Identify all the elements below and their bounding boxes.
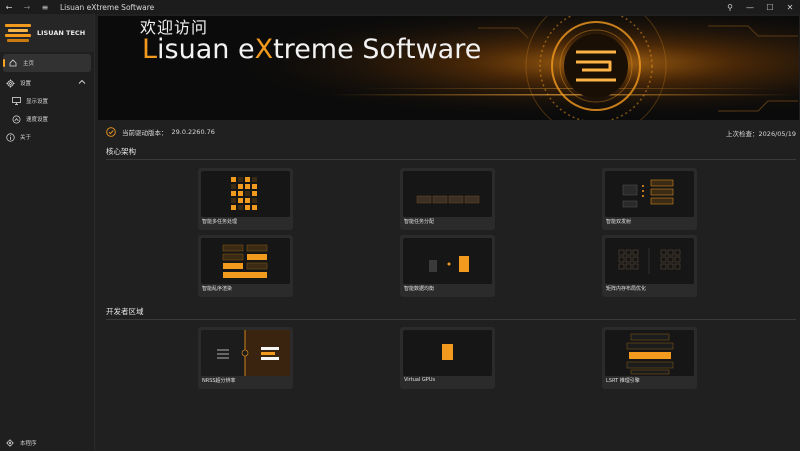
forward-arrow-icon[interactable]: →: [18, 0, 36, 14]
card-caption: 智能任务分配: [404, 219, 435, 225]
gear-icon: [5, 78, 15, 88]
sidebar-item-label: 关于: [20, 135, 32, 141]
hero-title-part1: isuan e: [157, 34, 255, 65]
brand-logo-icon: [5, 24, 31, 42]
driver-status: 当前驱动版本： 29.0.2260.76 上次检查：2026/05/19: [106, 125, 796, 139]
hamburger-icon[interactable]: ≡: [36, 0, 54, 14]
hero-title-prefix: L: [142, 34, 158, 65]
sidebar-item-app-settings[interactable]: 本程序: [0, 435, 95, 451]
card-caption: 矩阵内存布局优化: [606, 286, 647, 292]
sidebar-item-about[interactable]: 关于: [0, 128, 94, 146]
info-icon: [5, 132, 15, 142]
sidebar-item-display-settings[interactable]: 显示设置: [0, 92, 94, 110]
last-check: 上次检查：2026/05/19: [726, 128, 796, 138]
check-circle-icon: [106, 127, 116, 137]
hero-title-part2: treme Software: [273, 34, 482, 65]
brand-name: LISUAN TECH: [37, 29, 86, 37]
close-icon[interactable]: ✕: [780, 0, 800, 14]
card-thumbnail: [403, 171, 492, 217]
pin-icon[interactable]: ⚲: [720, 0, 740, 14]
card-caption: Virtual GPUs: [404, 377, 436, 383]
sidebar-item-label: 设置: [20, 81, 32, 87]
card-caption: 智能数据均衡: [404, 286, 435, 292]
card-thumbnail: [403, 330, 492, 376]
feature-card-data-balancing[interactable]: 智能数据均衡: [400, 235, 495, 297]
card-caption: LSRT 推理引擎: [606, 378, 640, 384]
hero-title: Lisuan eXtreme Software: [142, 34, 481, 65]
main-content: 欢迎访问 Lisuan eXtreme Software 当前驱动版本： 29.…: [96, 14, 800, 451]
feature-card-matrix-memory[interactable]: 矩阵内存布局优化: [602, 235, 697, 297]
last-check-label: 上次检查：: [726, 130, 759, 138]
feature-card-lsrt[interactable]: LSRT 推理引擎: [602, 327, 697, 389]
sidebar: LISUAN TECH 主页 设置 显示设置 速度设置 关于 本程序: [0, 14, 95, 451]
maximize-icon[interactable]: ☐: [760, 0, 780, 14]
hero-banner: 欢迎访问 Lisuan eXtreme Software: [98, 16, 799, 120]
sidebar-item-label: 速度设置: [26, 117, 49, 123]
sidebar-item-label: 显示设置: [26, 99, 49, 105]
feature-card-nrss[interactable]: NRSS超分辨率: [198, 327, 293, 389]
sidebar-item-settings[interactable]: 设置: [0, 74, 94, 92]
feature-card-ooo-rendering[interactable]: 智能乱序渲染: [198, 235, 293, 297]
card-thumbnail: [605, 171, 694, 217]
hero-title-accent: X: [254, 34, 274, 65]
last-check-date: 2026/05/19: [758, 130, 796, 138]
feature-card-multitask[interactable]: 智能多任务处理: [198, 168, 293, 230]
sidebar-item-label: 主页: [23, 61, 35, 67]
card-caption: 智能乱序渲染: [202, 286, 233, 292]
driver-version-label: 当前驱动版本：: [122, 129, 168, 137]
sidebar-item-home[interactable]: 主页: [3, 54, 91, 72]
gear-icon: [5, 438, 15, 448]
minimize-icon[interactable]: —: [740, 0, 760, 14]
section-title-core: 核心架构: [106, 147, 136, 156]
divider: [106, 319, 796, 320]
sidebar-item-label: 本程序: [20, 441, 37, 447]
chevron-up-icon[interactable]: [78, 78, 86, 88]
feature-card-dual-issue[interactable]: 智能双发射: [602, 168, 697, 230]
brand: LISUAN TECH: [0, 14, 94, 52]
divider: [106, 159, 796, 160]
sidebar-item-speed-settings[interactable]: 速度设置: [0, 110, 94, 128]
card-caption: NRSS超分辨率: [202, 378, 236, 384]
driver-version-value: 29.0.2260.76: [171, 128, 215, 136]
window-title: Lisuan eXtreme Software: [60, 2, 155, 12]
section-title-developer: 开发者区域: [106, 307, 144, 316]
monitor-icon: [11, 96, 21, 106]
card-thumbnail: [605, 330, 694, 376]
title-bar: ← → ≡ Lisuan eXtreme Software ⚲ — ☐ ✕: [0, 0, 800, 14]
card-caption: 智能多任务处理: [202, 219, 238, 225]
back-arrow-icon[interactable]: ←: [0, 0, 18, 14]
feature-card-task-allocation[interactable]: 智能任务分配: [400, 168, 495, 230]
feature-card-virtual-gpus[interactable]: Virtual GPUs: [400, 327, 495, 389]
card-thumbnail: [403, 238, 492, 284]
card-thumbnail: [201, 171, 290, 217]
speedometer-icon: [11, 114, 21, 124]
home-icon: [8, 58, 18, 68]
card-thumbnail: [201, 330, 290, 376]
card-thumbnail: [201, 238, 290, 284]
card-thumbnail: [605, 238, 694, 284]
card-caption: 智能双发射: [606, 219, 632, 225]
